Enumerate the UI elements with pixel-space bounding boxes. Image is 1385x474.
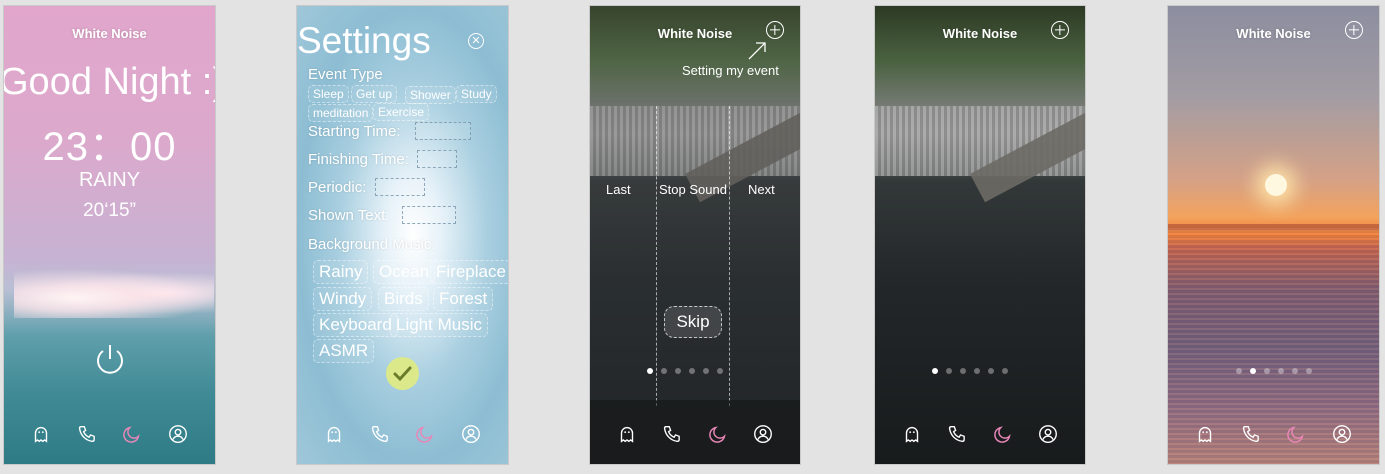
duration-label: 20‘15” [83,200,136,221]
music-chip-asmr[interactable]: ASMR [313,339,375,363]
starting-time-label: Starting Time: [308,123,401,140]
event-type-label: Event Type [308,66,383,83]
rain-screen: White Noise [874,5,1086,465]
page-dot[interactable] [689,368,695,374]
next-button[interactable]: Next [748,182,775,197]
ghost-icon[interactable] [1194,423,1216,445]
page-dot[interactable] [1235,368,1242,374]
add-icon[interactable] [1345,21,1363,39]
moon-icon[interactable] [992,423,1014,445]
page-dot[interactable] [675,368,681,374]
page-dot[interactable] [1291,368,1298,374]
phone-icon[interactable] [76,423,98,445]
clock-time: 23：00 [42,125,177,169]
page-indicator [590,368,800,374]
music-chip-keyboard[interactable]: Keyboard [313,313,398,337]
event-chip-sleep[interactable]: Sleep [308,85,349,103]
sunset-screen: White Noise [1167,5,1380,465]
finishing-time-input[interactable] [417,150,457,168]
ghost-icon[interactable] [30,423,52,445]
user-icon[interactable] [460,423,482,445]
weather-label: RAINY [78,169,141,191]
page-dot[interactable] [1263,368,1270,374]
periodic-input[interactable] [375,178,425,196]
moon-icon[interactable] [707,423,729,445]
page-dot[interactable] [1305,368,1312,374]
phone-icon[interactable] [369,423,391,445]
add-icon[interactable] [766,21,784,39]
ghost-icon[interactable] [901,423,923,445]
page-dot[interactable] [647,368,653,374]
event-chip-study[interactable]: Study [456,85,497,103]
moon-icon[interactable] [414,423,436,445]
music-chip-windy[interactable]: Windy [313,287,373,311]
ghost-icon[interactable] [616,423,638,445]
add-icon[interactable] [1051,21,1069,39]
page-dot[interactable] [1002,368,1008,374]
music-chip-fireplace[interactable]: Fireplace [430,260,508,284]
check-icon [393,366,412,382]
page-dot[interactable] [974,368,980,374]
phone-icon[interactable] [661,423,683,445]
home-screen: White Noise Good Night :) 23：00 RAINY 20… [3,5,216,465]
app-title: White Noise [72,26,147,41]
page-indicator [875,368,1085,374]
settings-screen: Settings ✕ Event Type Sleep Get up Showe… [296,5,509,465]
tab-bar [4,404,215,464]
guide-highlight [656,106,730,406]
moon-icon[interactable] [1285,423,1307,445]
guide-hint: Setting my event [682,63,779,78]
sun-decoration [1265,174,1287,196]
event-chip-shower[interactable]: Shower [405,86,456,104]
finishing-time-label: Finishing Time: [308,151,409,168]
page-dot[interactable] [932,368,938,374]
event-chip-getup[interactable]: Get up [351,85,398,103]
event-chip-meditation[interactable]: meditation [308,104,374,122]
music-chip-birds[interactable]: Birds [378,287,429,311]
stop-sound-button[interactable]: Stop Sound [659,182,727,197]
user-icon[interactable] [167,423,189,445]
page-dot[interactable] [1277,368,1284,374]
background-music-label: Background Music: [308,236,436,253]
tab-bar [875,404,1085,464]
tab-bar [1168,404,1379,464]
power-icon[interactable] [93,342,127,376]
confirm-check-button[interactable] [386,357,419,390]
shown-text-input[interactable] [402,206,456,224]
music-chip-rainy[interactable]: Rainy [313,260,369,284]
greeting-text: Good Night :) [3,61,216,103]
user-icon[interactable] [1037,423,1059,445]
page-dot[interactable] [703,368,709,374]
starting-time-input[interactable] [415,122,471,140]
page-dot[interactable] [960,368,966,374]
page-indicator [1168,368,1379,374]
page-dot[interactable] [1249,368,1256,374]
page-dot[interactable] [661,368,667,374]
phone-icon[interactable] [1240,423,1262,445]
music-chip-forest[interactable]: Forest [433,287,494,311]
arrow-icon [748,42,766,60]
tab-bar [590,404,800,464]
close-icon[interactable]: ✕ [468,33,484,49]
phone-icon[interactable] [946,423,968,445]
shown-text-label: Shown Text: [308,207,390,224]
clouds-decoration [14,268,214,318]
music-chip-light-music[interactable]: Light Music [390,313,488,337]
ghost-icon[interactable] [323,423,345,445]
page-dot[interactable] [988,368,994,374]
last-button[interactable]: Last [606,182,631,197]
user-icon[interactable] [752,423,774,445]
guide-screen: White Noise Setting my event Last Stop S… [589,5,801,465]
page-dot[interactable] [946,368,952,374]
music-chip-ocean[interactable]: Ocean [373,260,436,284]
periodic-label: Periodic: [308,179,367,196]
settings-title: Settings [297,20,431,61]
page-dot[interactable] [717,368,723,374]
user-icon[interactable] [1331,423,1353,445]
tab-bar [297,404,508,464]
moon-icon[interactable] [121,423,143,445]
skip-button[interactable]: Skip [664,306,722,338]
event-chip-exercise[interactable]: Exercise [373,103,430,121]
